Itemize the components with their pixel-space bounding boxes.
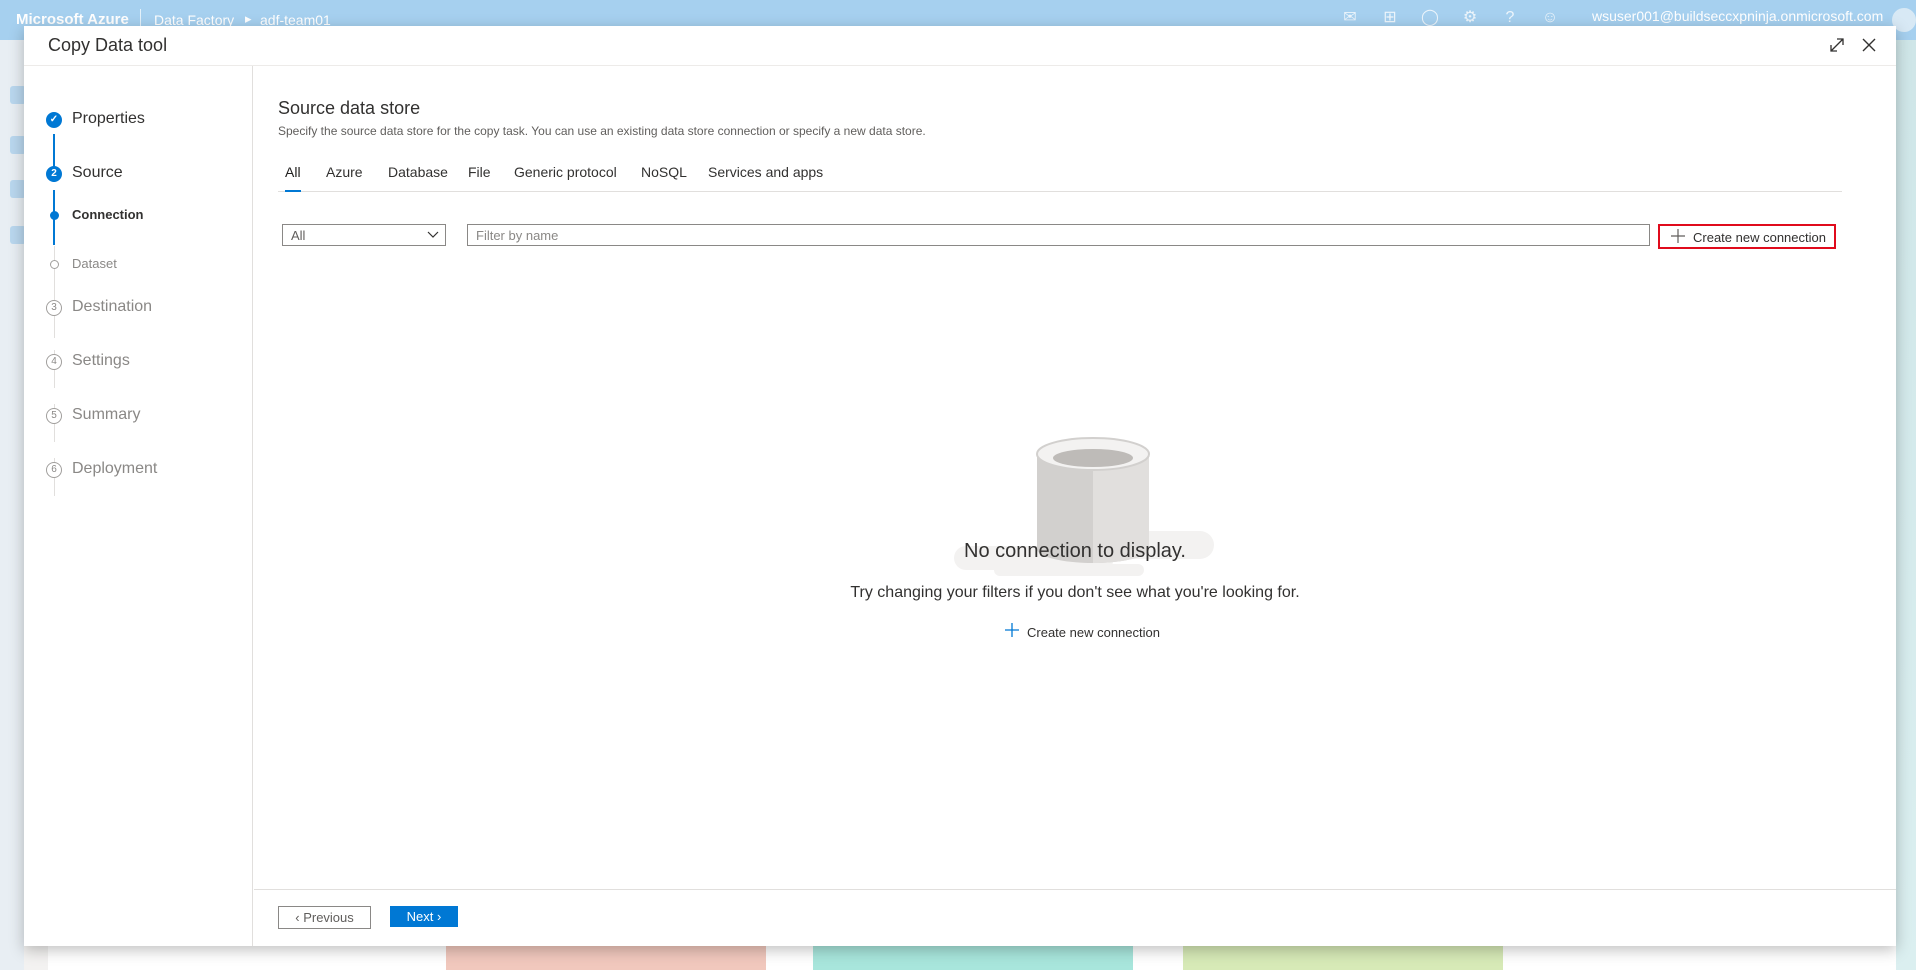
step-number: 4 <box>46 354 62 370</box>
substep-dataset[interactable]: Dataset <box>24 252 253 276</box>
step-source[interactable]: 2 Source <box>24 159 253 189</box>
background-tile-2 <box>813 946 1133 970</box>
substep-connection[interactable]: Connection <box>24 203 253 227</box>
bell-icon[interactable]: ◯ <box>1420 8 1440 28</box>
background-tile-1 <box>446 946 766 970</box>
chevron-right-icon: › <box>433 909 442 924</box>
background-tile-3 <box>1183 946 1503 970</box>
step-properties[interactable]: ✓ Properties <box>24 105 253 135</box>
step-number: 3 <box>46 300 62 316</box>
wizard-footer: ‹ Previous Next › <box>254 889 1896 946</box>
tab-database[interactable]: Database <box>388 164 448 192</box>
step-label: Deployment <box>72 460 158 477</box>
dialog-title: Copy Data tool <box>48 35 168 55</box>
topbar-icons: ✉ ⊞ ◯ ⚙ ? ☺ <box>1340 8 1560 28</box>
step-summary[interactable]: 5 Summary <box>24 401 253 431</box>
tab-all[interactable]: All <box>285 164 301 192</box>
step-label: Properties <box>72 110 145 127</box>
feedback-icon[interactable]: ☺ <box>1540 8 1560 28</box>
plus-icon <box>1005 623 1019 637</box>
chevron-down-icon <box>427 231 439 238</box>
type-select-value: All <box>291 228 306 243</box>
help-icon[interactable]: ? <box>1500 8 1520 28</box>
checkmark-icon: ✓ <box>46 112 62 128</box>
step-number: 2 <box>46 166 62 182</box>
link-label: Create new connection <box>1027 625 1160 640</box>
empty-state-subtitle: Try changing your filters if you don't s… <box>850 584 1300 601</box>
substep-dot <box>50 211 59 220</box>
step-label: Source <box>72 164 123 181</box>
tab-azure[interactable]: Azure <box>326 164 363 192</box>
directory-icon[interactable]: ⊞ <box>1380 8 1400 28</box>
tab-services-and-apps[interactable]: Services and apps <box>708 164 823 192</box>
step-number: 6 <box>46 462 62 478</box>
breadcrumb-arrow-icon: ▸ <box>245 11 252 26</box>
gear-icon[interactable]: ⚙ <box>1460 8 1480 28</box>
plus-icon <box>1671 229 1685 243</box>
tab-file[interactable]: File <box>468 164 491 192</box>
background-right-edge <box>1896 40 1916 970</box>
step-destination[interactable]: 3 Destination <box>24 293 253 323</box>
chevron-left-icon: ‹ <box>295 910 304 925</box>
step-number: 5 <box>46 408 62 424</box>
step-deployment[interactable]: 6 Deployment <box>24 455 253 485</box>
step-label: Summary <box>72 406 141 423</box>
empty-state-title: No connection to display. <box>964 540 1186 562</box>
category-tabs: All Azure Database File Generic protocol… <box>278 158 1842 192</box>
tab-nosql[interactable]: NoSQL <box>641 164 687 192</box>
substep-label: Dataset <box>72 256 117 271</box>
step-label: Settings <box>72 352 130 369</box>
dialog-header: Copy Data tool <box>24 26 1896 66</box>
previous-button[interactable]: ‹ Previous <box>278 906 371 929</box>
step-settings[interactable]: 4 Settings <box>24 347 253 377</box>
wizard-steps: ✓ Properties 2 Source Connection Dataset… <box>24 66 253 946</box>
copy-data-dialog: Copy Data tool ✓ Properties 2 Source Con… <box>24 26 1896 946</box>
source-data-store-panel: Source data store Specify the source dat… <box>254 66 1896 866</box>
tab-generic-protocol[interactable]: Generic protocol <box>514 164 617 192</box>
expand-icon[interactable] <box>1828 36 1846 54</box>
type-select[interactable]: All <box>282 224 446 246</box>
database-illustration <box>954 437 1214 576</box>
previous-label: Previous <box>303 910 354 925</box>
close-icon[interactable] <box>1860 36 1878 54</box>
substep-dot <box>50 260 59 269</box>
step-label: Destination <box>72 298 153 315</box>
next-button[interactable]: Next › <box>390 906 458 927</box>
next-label: Next <box>406 909 434 924</box>
notifications-icon[interactable]: ✉ <box>1340 8 1360 28</box>
page-title: Source data store <box>278 98 421 118</box>
substep-label: Connection <box>72 207 144 222</box>
background-left-rail <box>0 40 26 970</box>
page-description: Specify the source data store for the co… <box>278 124 926 138</box>
filter-input[interactable] <box>467 224 1650 246</box>
create-new-connection-button[interactable]: Create new connection <box>1658 224 1836 249</box>
user-account[interactable]: wsuser001@buildseccxpninja.onmicrosoft.c… <box>1592 8 1883 24</box>
button-label: Create new connection <box>1693 230 1826 245</box>
